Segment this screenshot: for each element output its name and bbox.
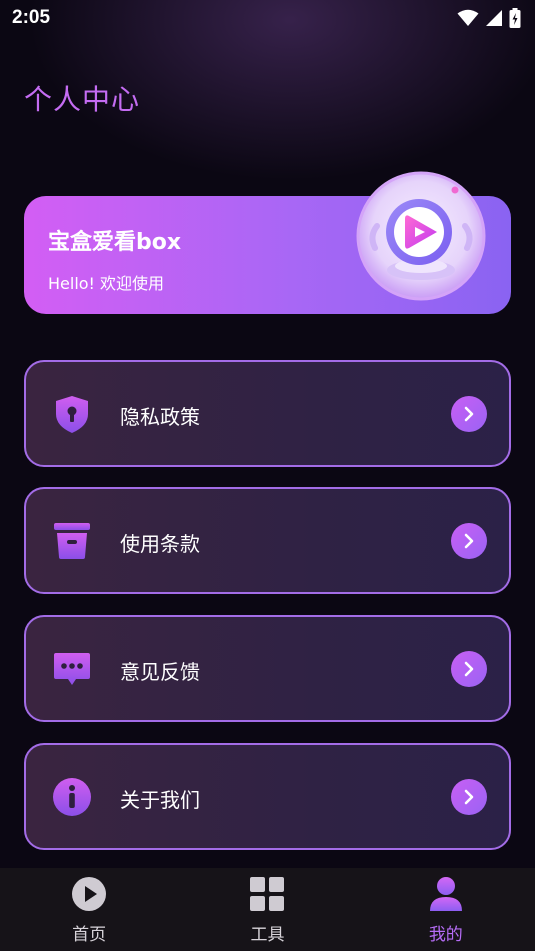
play-circle-icon (72, 877, 107, 911)
profile-greeting: Hello! 欢迎使用 (48, 274, 165, 293)
menu-item-about-us[interactable]: 关于我们 (24, 743, 511, 850)
status-icons (457, 8, 521, 28)
bottom-tab-bar: 首页 工具 我的 (0, 868, 535, 951)
app-logo-icon (356, 171, 486, 301)
tab-tools[interactable]: 工具 (178, 868, 356, 951)
grid-icon (250, 877, 285, 911)
menu-item-feedback[interactable]: 意见反馈 (24, 615, 511, 722)
document-box-icon (54, 523, 90, 559)
battery-icon (509, 8, 521, 28)
menu-label-feedback: 意见反馈 (120, 660, 200, 684)
chat-bubble-icon (54, 653, 90, 685)
menu-label-about-us: 关于我们 (120, 788, 200, 812)
chevron-right-icon[interactable] (451, 779, 487, 815)
tab-label-tools: 工具 (250, 925, 285, 945)
signal-icon (486, 10, 502, 26)
tab-label-mine: 我的 (428, 925, 463, 945)
chevron-right-icon[interactable] (451, 396, 487, 432)
menu-label-privacy-policy: 隐私政策 (120, 405, 200, 429)
wifi-icon (457, 9, 479, 26)
status-time: 2:05 (12, 7, 51, 28)
person-icon (429, 877, 462, 911)
status-bar: 2:05 (0, 0, 535, 36)
profile-name: 宝盒爱看box (48, 230, 182, 255)
tab-mine[interactable]: 我的 (357, 868, 535, 951)
menu-item-privacy-policy[interactable]: 隐私政策 (24, 360, 511, 467)
menu-label-terms-of-use: 使用条款 (120, 532, 200, 556)
tab-home[interactable]: 首页 (0, 868, 178, 951)
chevron-right-icon[interactable] (451, 523, 487, 559)
chevron-right-icon[interactable] (451, 651, 487, 687)
tab-label-home: 首页 (72, 925, 107, 945)
shield-icon (56, 396, 88, 433)
menu-item-terms-of-use[interactable]: 使用条款 (24, 487, 511, 594)
info-icon (53, 778, 91, 816)
page-title: 个人中心 (24, 83, 141, 116)
